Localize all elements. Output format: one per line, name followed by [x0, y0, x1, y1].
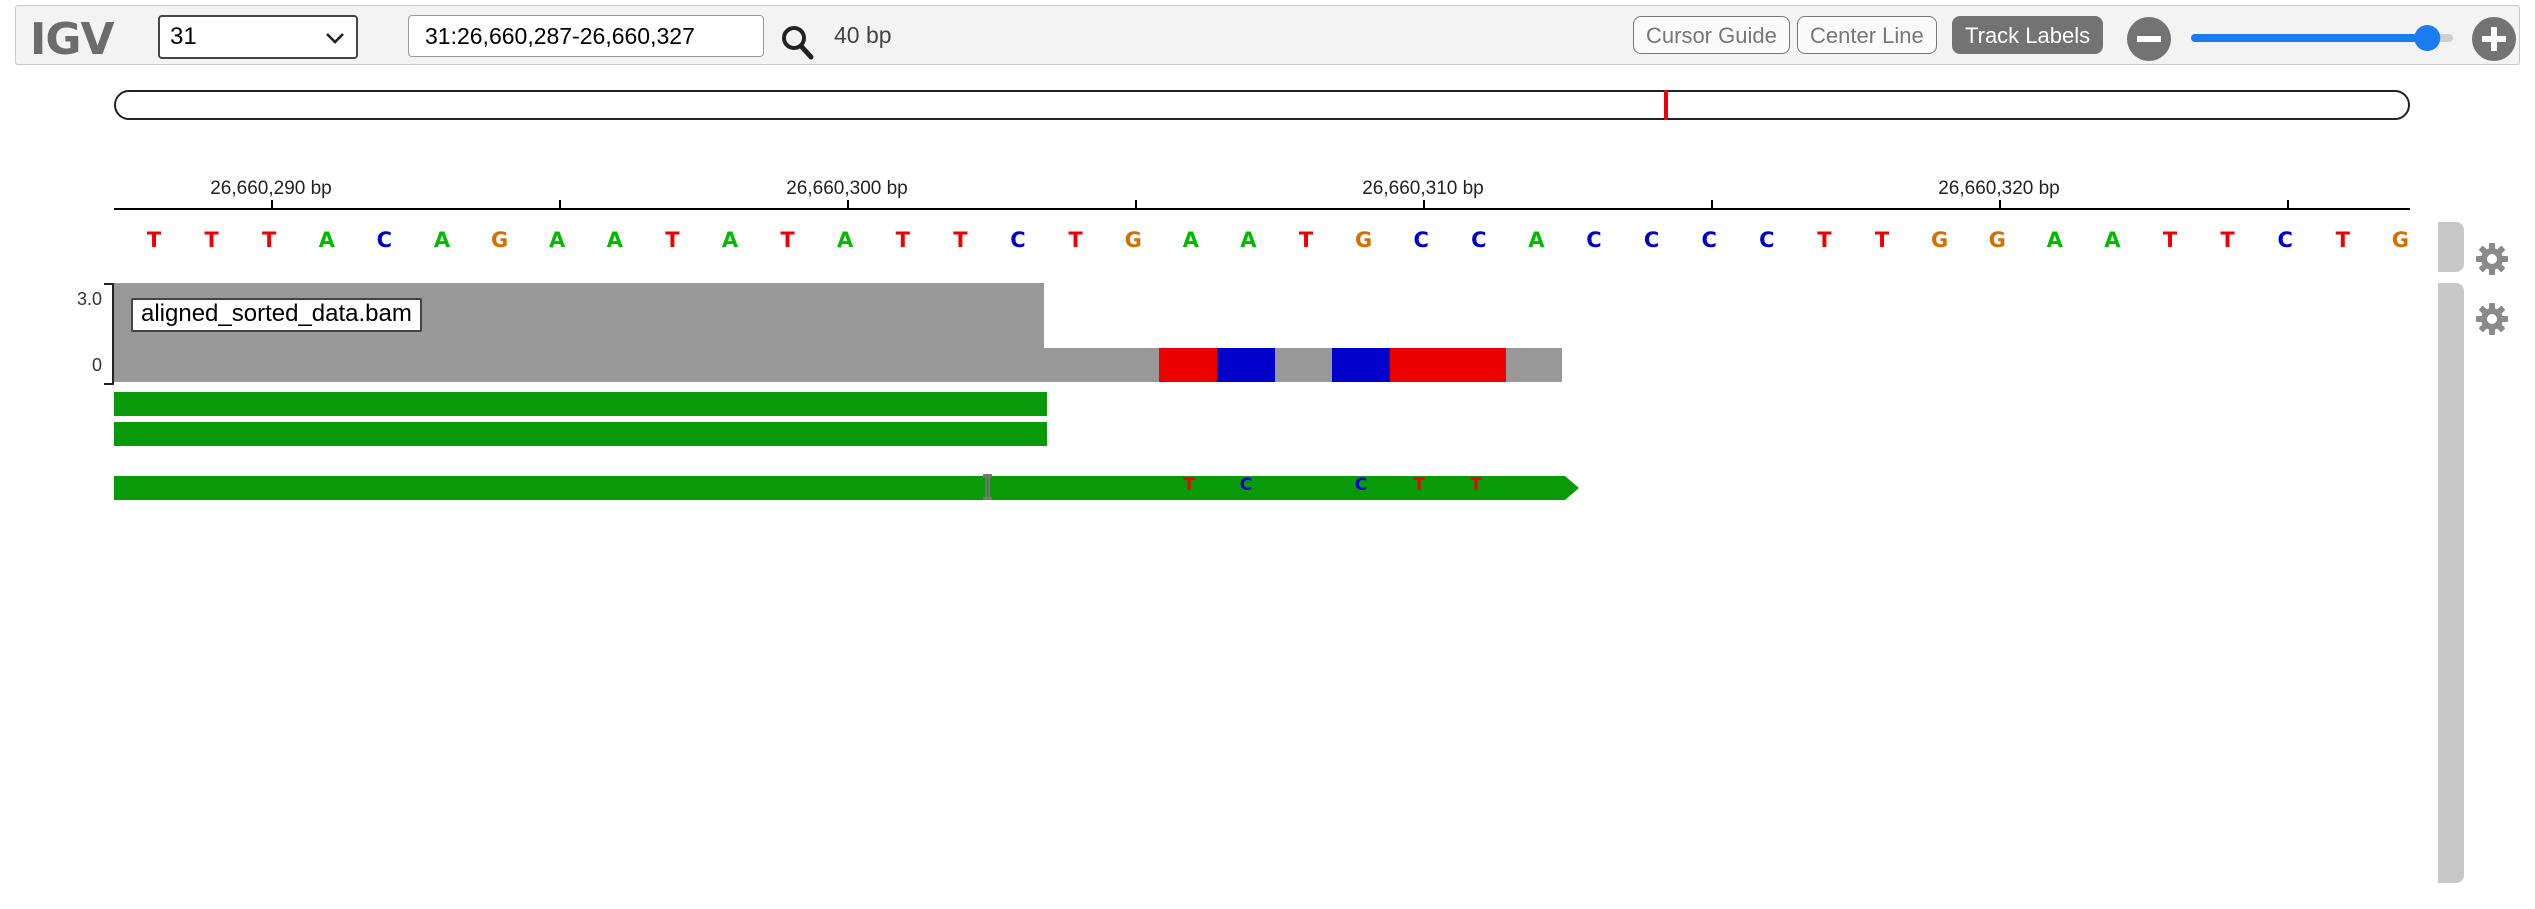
sequence-base-c: C [1643, 228, 1660, 252]
ruler-tick-label: 26,660,320 bp [1938, 178, 2060, 199]
coverage-scale-max: 3.0 [76, 289, 102, 309]
zoom-in-icon[interactable] [2471, 16, 2517, 62]
read-strand-arrow [1565, 476, 1579, 500]
ruler-tick [1711, 200, 1713, 209]
sequence-base-a: A [606, 228, 623, 252]
sequence-base-c: C [1586, 228, 1602, 252]
sequence-base-a: A [433, 228, 451, 252]
alignment-read[interactable] [114, 392, 1047, 416]
gear-icon[interactable] [2475, 302, 2509, 336]
sequence-base-g: G [1354, 228, 1373, 252]
sequence-base-t: T [146, 228, 162, 252]
sequence-base-a: A [721, 228, 739, 252]
sequence-base-g: G [490, 228, 509, 252]
position-ruler: 26,660,290 bp 26,660,300 bp 26,660,310 bp 2… [114, 170, 2410, 212]
sequence-base-a: A [837, 228, 854, 252]
sequence-base-c: C [1471, 228, 1487, 252]
read-mismatch-base: T [1413, 475, 1425, 495]
sequence-base-t: T [2162, 228, 2178, 252]
coverage-mismatch-t[interactable] [1390, 348, 1506, 382]
track-labels-button[interactable]: Track Labels [1952, 16, 2104, 54]
track-name-label: aligned_sorted_data.bam [131, 298, 422, 332]
sequence-base-t: T [1068, 228, 1083, 252]
sequence-base-g: G [1930, 228, 1949, 252]
igv-logo: IGV [30, 14, 115, 65]
read-mismatch-base: T [1183, 475, 1195, 495]
read-mismatch-base: T [1470, 475, 1482, 495]
sequence-base-t: T [262, 228, 277, 252]
ruler-tick-label: 26,660,300 bp [786, 178, 908, 199]
locus-search-input[interactable]: 31:26,660,287-26,660,327 [408, 15, 764, 57]
zoom-slider[interactable] [2191, 23, 2453, 53]
sequence-base-a: A [1240, 228, 1257, 252]
search-icon[interactable] [780, 24, 814, 60]
coverage-mismatch-c[interactable] [1217, 348, 1275, 382]
gear-icon[interactable] [2475, 242, 2509, 276]
ideogram-current-region-marker [1664, 90, 1668, 120]
chromosome-ideogram[interactable] [114, 90, 2410, 120]
ruler-axis-line [114, 208, 2410, 210]
sequence-base-t: T [2220, 228, 2235, 252]
ruler-tick [1423, 200, 1425, 209]
coverage-scale-bracket [104, 283, 114, 385]
chromosome-select[interactable]: 31 [158, 15, 358, 59]
ruler-tick [271, 200, 273, 209]
ruler-tick [559, 200, 561, 209]
sequence-base-t: T [780, 228, 795, 252]
chevron-down-icon [326, 33, 344, 44]
sequence-base-a: A [318, 228, 335, 252]
sequence-base-t: T [1298, 228, 1314, 252]
sequence-base-t: T [1874, 228, 1890, 252]
sequence-base-a: A [2104, 228, 2121, 252]
sequence-base-g: G [1124, 228, 1142, 252]
sequence-base-c: C [1701, 228, 1717, 252]
sequence-base-t: T [665, 228, 680, 252]
center-line-button[interactable]: Center Line [1797, 16, 1937, 54]
alignment-read[interactable] [114, 476, 1565, 500]
sequence-base-c: C [2277, 228, 2293, 252]
sequence-base-c: C [1759, 228, 1775, 252]
sequence-base-c: C [376, 228, 393, 252]
ruler-tick-label: 26,660,310 bp [1362, 178, 1484, 199]
sequence-base-a: A [1528, 228, 1545, 252]
ruler-tick [2287, 200, 2289, 209]
sequence-base-c: C [1010, 228, 1026, 252]
read-mismatch-base: C [1354, 475, 1368, 495]
coverage-scale: 3.0 0 [70, 283, 114, 385]
sequence-base-a: A [549, 228, 566, 252]
coverage-mismatch-c[interactable] [1332, 348, 1390, 382]
reference-sequence-track: TTTACAGAATATATTCTGAATGCCACCCCTTGGAATTCTG [114, 228, 2410, 262]
cursor-guide-button[interactable]: Cursor Guide [1633, 16, 1790, 54]
sequence-base-g: G [1988, 228, 2006, 252]
window-width-label: 40 bp [834, 22, 892, 48]
sequence-base-t: T [2335, 228, 2350, 252]
ruler-tick-label: 26,660,290 bp [210, 178, 332, 199]
sequence-base-g: G [2391, 228, 2410, 252]
chromosome-value: 31 [170, 23, 197, 50]
sequence-base-a: A [1182, 228, 1199, 252]
sequence-base-t: T [204, 228, 219, 252]
sequence-base-c: C [1413, 228, 1429, 252]
sequence-base-t: T [953, 228, 968, 252]
zoom-out-icon[interactable] [2126, 16, 2172, 62]
ruler-tick [1999, 200, 2001, 209]
alignment-read[interactable] [114, 422, 1047, 446]
sequence-base-a: A [2046, 228, 2063, 252]
ruler-tick [847, 200, 849, 209]
insertion-marker[interactable] [983, 474, 992, 500]
read-mismatch-base: C [1239, 475, 1253, 495]
sequence-base-t: T [895, 228, 910, 252]
igv-navbar: IGV 31 31:26,660,287-26,660,327 40 bp Cu… [15, 5, 2520, 65]
sequence-track-drag-handle[interactable] [2438, 222, 2464, 272]
alignment-track-drag-handle[interactable] [2438, 283, 2464, 883]
coverage-scale-min: 0 [91, 355, 102, 375]
coverage-mismatch-t[interactable] [1159, 348, 1217, 382]
ruler-tick [1135, 200, 1137, 209]
sequence-base-t: T [1817, 228, 1832, 252]
